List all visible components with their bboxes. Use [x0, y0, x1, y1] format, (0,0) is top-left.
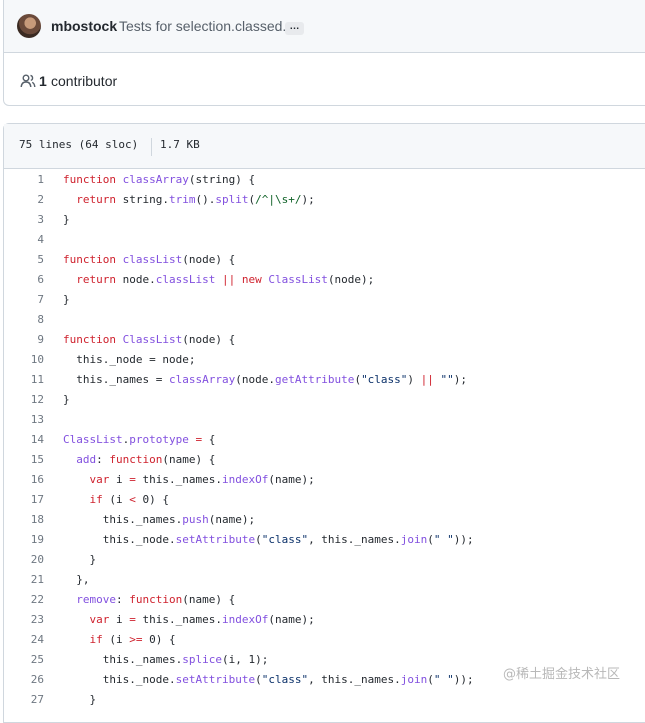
line-code: this._names.push(name); — [63, 513, 256, 526]
line-number[interactable]: 24 — [4, 630, 44, 650]
code-line: 2 return string.trim().split(/^|\s+/); — [4, 190, 645, 210]
code-line: 24 if (i >= 0) { — [4, 630, 645, 650]
file-line-count: 75 lines (64 sloc) — [19, 138, 139, 151]
line-code: this._names.splice(i, 1); — [63, 653, 269, 666]
line-number[interactable]: 4 — [4, 230, 44, 250]
line-code: this._node.setAttribute("class", this._n… — [63, 533, 474, 546]
line-number[interactable]: 26 — [4, 670, 44, 690]
line-number[interactable]: 14 — [4, 430, 44, 450]
line-code: var i = this._names.indexOf(name); — [89, 613, 315, 626]
contributor-count: 1 — [39, 73, 47, 89]
line-code: } — [63, 213, 70, 226]
code-line: 13 — [4, 410, 645, 430]
line-number[interactable]: 3 — [4, 210, 44, 230]
commit-box: mbostock Tests for selection.classed. … … — [3, 0, 645, 106]
code-line: 14 ClassList.prototype = { — [4, 430, 645, 450]
watermark: @稀土掘金技术社区 — [503, 667, 621, 682]
code-line: 17 if (i < 0) { — [4, 490, 645, 510]
line-code: add: function(name) { — [76, 453, 216, 466]
line-number[interactable]: 25 — [4, 650, 44, 670]
contributors-row[interactable]: 1 contributor — [4, 53, 645, 106]
line-number[interactable]: 2 — [4, 190, 44, 210]
code-line: 21 }, — [4, 570, 645, 590]
line-code: } — [63, 553, 97, 566]
line-code: function classArray(string) { — [63, 173, 256, 186]
line-code: this._names = classArray(node.getAttribu… — [63, 373, 468, 386]
file-header: 75 lines (64 sloc) 1.7 KB — [4, 124, 645, 169]
code-line: 6 return node.classList || new ClassList… — [4, 270, 645, 290]
line-code: }, — [63, 573, 90, 586]
code-line: 7} — [4, 290, 645, 310]
code-line: 4 — [4, 230, 645, 250]
line-code: } — [63, 393, 70, 406]
line-number[interactable]: 10 — [4, 350, 44, 370]
line-number[interactable]: 8 — [4, 310, 44, 330]
line-number[interactable]: 1 — [4, 170, 44, 190]
contributor-label: contributor — [51, 73, 118, 89]
code-line: 22 remove: function(name) { — [4, 590, 645, 610]
line-number[interactable]: 7 — [4, 290, 44, 310]
code-line: 27 } — [4, 690, 645, 710]
line-code: function ClassList(node) { — [63, 333, 236, 346]
code-line: 5 function classList(node) { — [4, 250, 645, 270]
line-code: } — [63, 293, 70, 306]
code-line: 8 — [4, 310, 645, 330]
code-line: 18 this._names.push(name); — [4, 510, 645, 530]
code-line: 16 var i = this._names.indexOf(name); — [4, 470, 645, 490]
code-line: 1 function classArray(string) { — [4, 170, 645, 190]
line-number[interactable]: 19 — [4, 530, 44, 550]
line-number[interactable]: 22 — [4, 590, 44, 610]
line-number[interactable]: 20 — [4, 550, 44, 570]
line-number[interactable]: 21 — [4, 570, 44, 590]
line-number[interactable]: 9 — [4, 330, 44, 350]
line-code: this._node = node; — [63, 353, 196, 366]
line-code: remove: function(name) { — [76, 593, 236, 606]
line-number[interactable]: 16 — [4, 470, 44, 490]
line-number[interactable]: 15 — [4, 450, 44, 470]
line-number[interactable]: 17 — [4, 490, 44, 510]
line-code: ClassList.prototype = { — [63, 433, 216, 446]
line-code: return string.trim().split(/^|\s+/); — [76, 193, 315, 206]
code-line: 19 this._node.setAttribute("class", this… — [4, 530, 645, 550]
line-number[interactable]: 5 — [4, 250, 44, 270]
code-line: 23 var i = this._names.indexOf(name); — [4, 610, 645, 630]
code-line: 15 add: function(name) { — [4, 450, 645, 470]
line-code: var i = this._names.indexOf(name); — [89, 473, 315, 486]
line-code: } — [63, 693, 97, 706]
avatar[interactable] — [17, 14, 41, 38]
code-line: 12} — [4, 390, 645, 410]
line-code: this._node.setAttribute("class", this._n… — [63, 673, 474, 686]
code-line: 11 this._names = classArray(node.getAttr… — [4, 370, 645, 390]
commit-message-link[interactable]: Tests for selection.classed. — [119, 18, 286, 34]
line-code: if (i < 0) { — [89, 493, 170, 506]
line-number[interactable]: 11 — [4, 370, 44, 390]
line-number[interactable]: 23 — [4, 610, 44, 630]
file-size: 1.7 KB — [160, 138, 200, 151]
code-line: 10 this._node = node; — [4, 350, 645, 370]
file-info-divider — [151, 138, 152, 156]
code-line: 9 function ClassList(node) { — [4, 330, 645, 350]
expand-commit-button[interactable]: … — [285, 22, 304, 35]
people-icon — [20, 74, 36, 88]
line-code: if (i >= 0) { — [89, 633, 176, 646]
line-number[interactable]: 13 — [4, 410, 44, 430]
line-code: function classList(node) { — [63, 253, 236, 266]
code-line: 20 } — [4, 550, 645, 570]
line-number[interactable]: 18 — [4, 510, 44, 530]
code-line: 3} — [4, 210, 645, 230]
line-number[interactable]: 12 — [4, 390, 44, 410]
file-box: 75 lines (64 sloc) 1.7 KB 1 function clas… — [3, 123, 645, 723]
latest-commit-row: mbostock Tests for selection.classed. … — [4, 0, 645, 53]
line-number[interactable]: 27 — [4, 690, 44, 710]
line-code: return node.classList || new ClassList(n… — [76, 273, 375, 286]
commit-author-link[interactable]: mbostock — [51, 18, 117, 34]
line-number[interactable]: 6 — [4, 270, 44, 290]
